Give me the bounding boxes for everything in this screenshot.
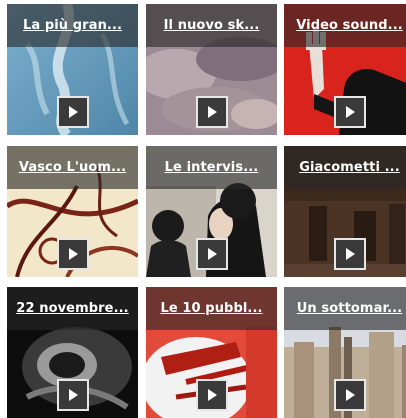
video-title-link[interactable]: Vasco L'uom...	[19, 160, 126, 175]
video-tile[interactable]: Il nuovo sk...	[146, 4, 277, 135]
video-tile[interactable]: 22 novembre...	[7, 287, 138, 418]
video-title-bar: Vasco L'uom...	[7, 146, 138, 189]
play-icon	[208, 389, 217, 401]
video-title-bar: Le 10 pubbl...	[146, 287, 277, 330]
play-icon	[346, 389, 355, 401]
play-icon	[69, 389, 78, 401]
play-icon	[346, 248, 355, 260]
video-title-bar: 22 novembre...	[7, 287, 138, 330]
video-title-link[interactable]: Un sottomar...	[297, 301, 402, 316]
video-title-bar: La più gran...	[7, 4, 138, 47]
video-title-link[interactable]: Le intervis...	[165, 160, 259, 175]
video-title-bar: Giacometti ...	[284, 146, 406, 189]
video-tile[interactable]: Le 10 pubbl...	[146, 287, 277, 418]
play-icon	[208, 106, 217, 118]
video-title-link[interactable]: La più gran...	[23, 18, 122, 33]
play-button[interactable]	[334, 379, 366, 411]
video-title-link[interactable]: Video sound...	[296, 18, 403, 33]
video-title-link[interactable]: Il nuovo sk...	[164, 18, 260, 33]
play-button[interactable]	[334, 96, 366, 128]
play-button[interactable]	[57, 379, 89, 411]
play-icon	[208, 248, 217, 260]
play-button[interactable]	[196, 238, 228, 270]
video-tile[interactable]: Le intervis...	[146, 146, 277, 277]
video-tile[interactable]: La più gran...	[7, 4, 138, 135]
play-icon	[69, 248, 78, 260]
play-button[interactable]	[57, 96, 89, 128]
video-tile[interactable]: Video sound...	[284, 4, 406, 135]
play-icon	[69, 106, 78, 118]
video-title-bar: Video sound...	[284, 4, 406, 47]
video-title-bar: Un sottomar...	[284, 287, 406, 330]
play-button[interactable]	[334, 238, 366, 270]
video-title-link[interactable]: Giacometti ...	[299, 160, 400, 175]
video-tile[interactable]: Un sottomar...	[284, 287, 406, 418]
video-title-bar: Il nuovo sk...	[146, 4, 277, 47]
video-title-link[interactable]: 22 novembre...	[16, 301, 128, 316]
video-tile[interactable]: Giacometti ...	[284, 146, 406, 277]
play-button[interactable]	[196, 379, 228, 411]
play-icon	[346, 106, 355, 118]
play-button[interactable]	[196, 96, 228, 128]
video-title-link[interactable]: Le 10 pubbl...	[160, 301, 262, 316]
video-tile[interactable]: Vasco L'uom...	[7, 146, 138, 277]
video-title-bar: Le intervis...	[146, 146, 277, 189]
play-button[interactable]	[57, 238, 89, 270]
